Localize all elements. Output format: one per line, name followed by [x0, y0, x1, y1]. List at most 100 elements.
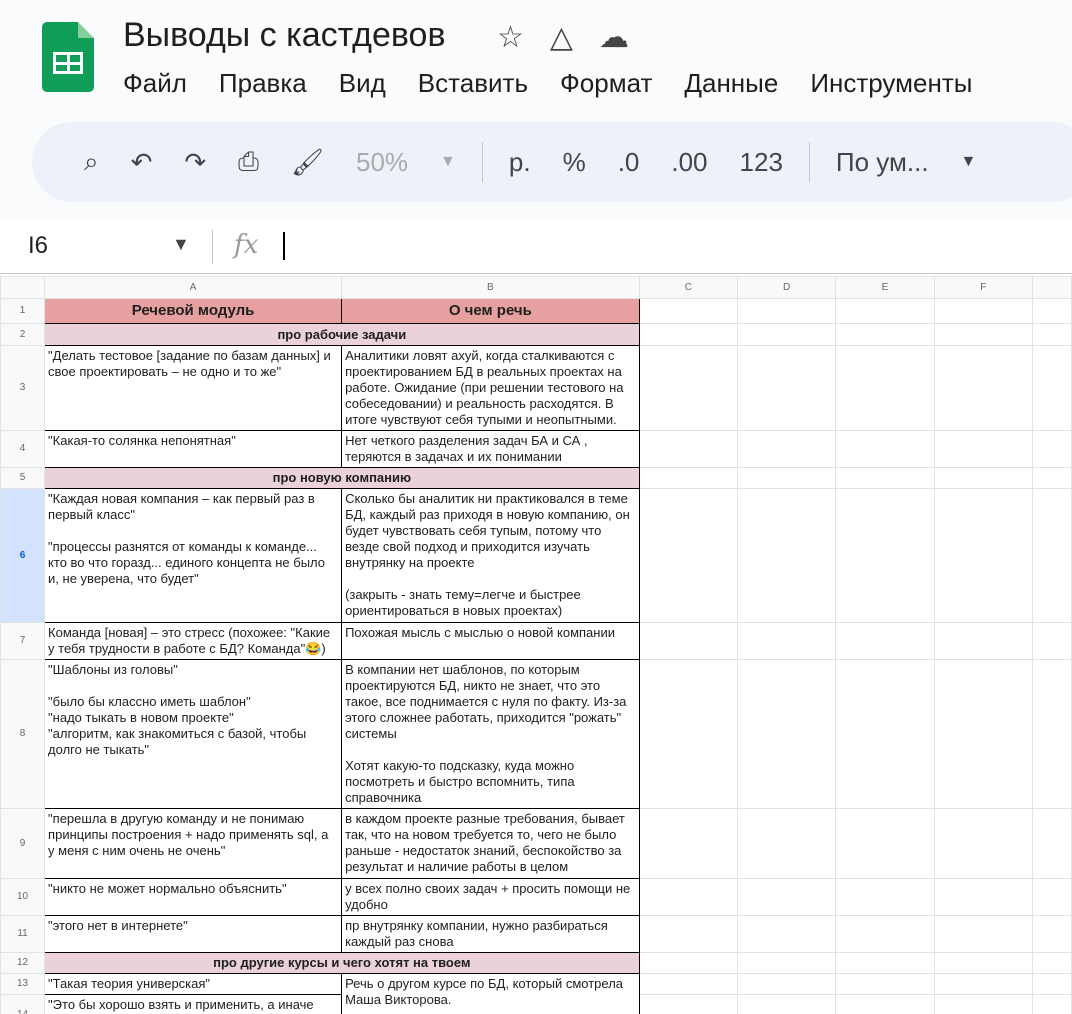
row-header[interactable]: 7 [0, 622, 46, 660]
column-header[interactable]: E [835, 276, 935, 299]
sheets-logo[interactable] [42, 22, 94, 92]
empty-cell[interactable] [736, 345, 837, 431]
empty-cell[interactable] [736, 430, 837, 468]
menu-item[interactable]: Вставить [418, 68, 528, 99]
search-icon[interactable]: ⌕ [68, 146, 115, 178]
empty-cell[interactable] [1031, 488, 1072, 623]
row-header[interactable]: 4 [0, 430, 46, 468]
row-header[interactable]: 10 [0, 878, 46, 916]
empty-cell[interactable] [933, 467, 1033, 489]
empty-cell[interactable] [736, 323, 837, 346]
empty-cell[interactable] [835, 488, 935, 623]
empty-cell[interactable] [736, 915, 837, 953]
cell-b[interactable]: Речь о другом курсе по БД, который смотр… [341, 973, 640, 1014]
empty-cell[interactable] [638, 659, 738, 809]
zoom-select[interactable]: 50% [340, 147, 424, 178]
menu-item[interactable]: Формат [560, 68, 652, 99]
empty-cell[interactable] [933, 952, 1033, 974]
menu-item[interactable]: Данные [684, 68, 778, 99]
cell-b[interactable]: Похожая мысль с мыслью о новой компании [341, 622, 640, 660]
row-header[interactable]: 8 [0, 659, 46, 809]
column-header[interactable]: D [736, 276, 837, 299]
cell-b[interactable]: у всех полно своих задач + просить помощ… [341, 878, 640, 916]
row-header[interactable]: 3 [0, 345, 46, 431]
menu-item[interactable]: Вид [339, 68, 386, 99]
empty-cell[interactable] [933, 430, 1033, 468]
empty-cell[interactable] [835, 345, 935, 431]
empty-cell[interactable] [1031, 467, 1072, 489]
spreadsheet-grid[interactable]: A B C D E F 1 Речевой модуль О чем речь 2 про рабо… [0, 276, 1072, 1014]
print-icon[interactable]: ⎙ [222, 146, 275, 178]
empty-cell[interactable] [638, 323, 738, 346]
redo-icon[interactable]: ↷ [168, 147, 222, 178]
empty-cell[interactable] [933, 488, 1033, 623]
empty-cell[interactable] [736, 488, 837, 623]
empty-cell[interactable] [736, 808, 837, 879]
cell-a[interactable]: "перешла в другую команду и не понимаю п… [44, 808, 343, 879]
empty-cell[interactable] [638, 994, 738, 1014]
empty-cell[interactable] [933, 973, 1033, 995]
empty-cell[interactable] [835, 659, 935, 809]
select-all-corner[interactable] [0, 276, 46, 299]
empty-cell[interactable] [933, 994, 1033, 1014]
empty-cell[interactable] [1031, 994, 1072, 1014]
cell-b[interactable]: в каждом проекте разные требования, быва… [341, 808, 640, 879]
formula-input[interactable] [283, 232, 285, 260]
empty-cell[interactable] [933, 878, 1033, 916]
empty-cell[interactable] [1031, 345, 1072, 431]
cell-a[interactable]: "Шаблоны из головы" "было бы классно име… [44, 659, 343, 809]
increase-decimal-button[interactable]: .00 [655, 147, 723, 178]
section-header[interactable]: про новую компанию [44, 467, 640, 489]
name-box[interactable]: I6 [28, 232, 48, 260]
cell-a[interactable]: Речевой модуль [44, 298, 343, 324]
empty-cell[interactable] [1031, 659, 1072, 809]
empty-cell[interactable] [933, 659, 1033, 809]
decrease-decimal-button[interactable]: .0 [602, 147, 656, 178]
row-header[interactable]: 1 [0, 298, 46, 324]
section-header[interactable]: про рабочие задачи [44, 323, 640, 346]
column-header[interactable]: F [933, 276, 1033, 299]
empty-cell[interactable] [835, 467, 935, 489]
cell-a[interactable]: "Какая-то солянка непонятная" [44, 430, 343, 468]
empty-cell[interactable] [736, 298, 837, 324]
column-header[interactable] [1031, 276, 1072, 299]
empty-cell[interactable] [933, 345, 1033, 431]
cell-b[interactable]: пр внутрянку компании, нужно разбираться… [341, 915, 640, 953]
empty-cell[interactable] [835, 973, 935, 995]
empty-cell[interactable] [835, 952, 935, 974]
empty-cell[interactable] [933, 622, 1033, 660]
row-header[interactable]: 13 [0, 973, 46, 995]
empty-cell[interactable] [1031, 323, 1072, 346]
percent-button[interactable]: % [547, 147, 602, 178]
empty-cell[interactable] [638, 430, 738, 468]
menu-item[interactable]: Правка [219, 68, 307, 99]
row-header[interactable]: 12 [0, 952, 46, 974]
cloud-saved-icon[interactable]: ☁ [599, 20, 629, 55]
empty-cell[interactable] [736, 878, 837, 916]
column-header[interactable]: C [638, 276, 738, 299]
empty-cell[interactable] [1031, 808, 1072, 879]
empty-cell[interactable] [835, 808, 935, 879]
chevron-down-icon[interactable]: ▼ [172, 234, 190, 255]
empty-cell[interactable] [638, 952, 738, 974]
empty-cell[interactable] [1031, 430, 1072, 468]
empty-cell[interactable] [1031, 973, 1072, 995]
cell-a[interactable]: "этого нет в интернете" [44, 915, 343, 953]
row-header[interactable]: 11 [0, 915, 46, 953]
empty-cell[interactable] [736, 659, 837, 809]
row-header[interactable]: 5 [0, 467, 46, 489]
column-header[interactable]: A [44, 276, 343, 299]
cell-a[interactable]: "Это бы хорошо взять и применить, а инач… [44, 994, 343, 1014]
font-select[interactable]: По ум... [820, 147, 945, 178]
empty-cell[interactable] [835, 323, 935, 346]
empty-cell[interactable] [1031, 952, 1072, 974]
empty-cell[interactable] [1031, 878, 1072, 916]
empty-cell[interactable] [933, 808, 1033, 879]
cell-b[interactable]: О чем речь [341, 298, 640, 324]
move-to-drive-icon[interactable]: △ [550, 20, 573, 55]
empty-cell[interactable] [638, 298, 738, 324]
row-header[interactable]: 14 [0, 994, 46, 1014]
empty-cell[interactable] [1031, 622, 1072, 660]
empty-cell[interactable] [638, 622, 738, 660]
empty-cell[interactable] [835, 298, 935, 324]
